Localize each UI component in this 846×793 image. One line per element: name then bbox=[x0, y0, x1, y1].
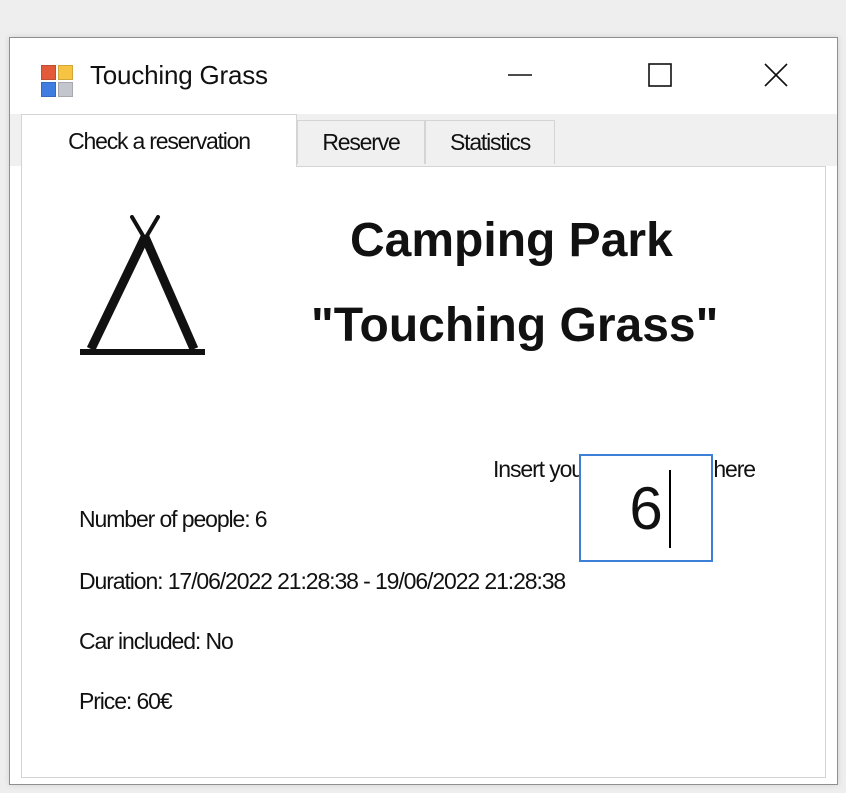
tab-label: Statistics bbox=[449, 129, 531, 155]
tab-reserve[interactable]: Reserve bbox=[297, 120, 425, 164]
app-window: Touching Grass Check a reservation Reser… bbox=[9, 37, 838, 785]
maximize-icon bbox=[648, 63, 672, 87]
park-title-line-1: Camping Park bbox=[350, 214, 673, 267]
close-icon bbox=[764, 63, 788, 87]
close-button[interactable] bbox=[746, 52, 806, 98]
price-text: Price: 60€ bbox=[79, 688, 173, 714]
tab-check-reservation[interactable]: Check a reservation bbox=[21, 114, 297, 167]
tab-strip: Check a reservation Reserve Statistics bbox=[10, 114, 837, 167]
code-input[interactable] bbox=[581, 456, 711, 560]
tab-label: Check a reservation bbox=[68, 128, 251, 154]
duration-text: Duration: 17/06/2022 21:28:38 - 19/06/20… bbox=[79, 568, 566, 594]
tent-icon bbox=[80, 215, 205, 355]
app-icon bbox=[41, 65, 74, 98]
code-input-box[interactable] bbox=[579, 454, 713, 562]
minimize-icon bbox=[508, 74, 532, 76]
people-count: Number of people: 6 bbox=[79, 506, 268, 532]
park-title-line-2: "Touching Grass" bbox=[311, 299, 719, 352]
maximize-button[interactable] bbox=[630, 52, 690, 98]
car-included: Car included: No bbox=[79, 628, 234, 654]
tab-statistics[interactable]: Statistics bbox=[425, 120, 555, 164]
window-title: Touching Grass bbox=[90, 60, 268, 90]
minimize-button[interactable] bbox=[490, 52, 550, 98]
tab-label: Reserve bbox=[322, 129, 400, 155]
text-caret bbox=[669, 470, 671, 548]
title-bar[interactable]: Touching Grass bbox=[10, 38, 837, 114]
